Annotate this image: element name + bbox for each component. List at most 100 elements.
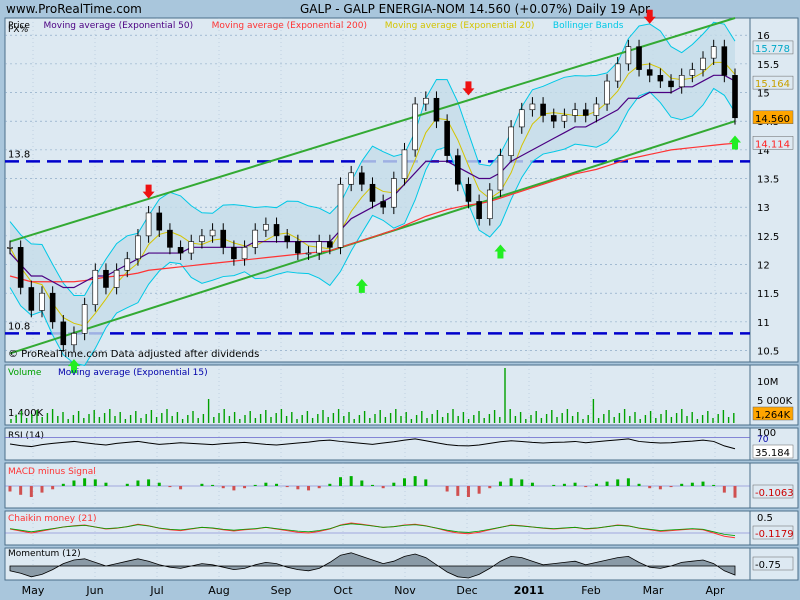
candle-body	[49, 292, 56, 323]
candle-body	[231, 247, 237, 260]
candle-body	[103, 269, 109, 288]
candle-body	[135, 235, 141, 260]
candle-body	[369, 183, 376, 202]
candle-body	[476, 201, 482, 219]
level-lo-label: 10.8	[8, 321, 30, 332]
candle-body	[486, 189, 493, 219]
month-tick-label: 2011	[514, 584, 545, 597]
price-ytick-label: 12.5	[757, 232, 779, 243]
candle-body	[380, 201, 386, 208]
price-legend-item: Bollinger Bands	[553, 21, 624, 31]
candle-body	[678, 75, 685, 88]
macd-legend-item: MACD minus Signal	[8, 467, 96, 477]
candle-body	[636, 46, 642, 70]
candle-body	[689, 69, 696, 76]
candle-body	[593, 103, 600, 116]
month-tick-label: Jul	[149, 584, 163, 597]
candle-body	[518, 109, 525, 128]
month-tick-label: Dec	[456, 584, 477, 597]
candle-body	[177, 247, 184, 254]
chaikin-tick-label: 0.5	[757, 513, 773, 524]
rsi-legend-item: RSI (14)	[8, 431, 44, 441]
ema200-tag: 14.114	[755, 139, 790, 150]
month-tick-label: Sep	[271, 584, 292, 597]
month-tick-label: Nov	[394, 584, 416, 597]
price-ytick-label: 13	[757, 203, 770, 214]
price-legend-item: Moving average (Exponential 20)	[385, 21, 535, 31]
candle-body	[572, 109, 578, 116]
price-ytick-label: 11.5	[757, 289, 779, 300]
month-tick-label: Jun	[85, 584, 103, 597]
candle-body	[391, 178, 397, 208]
candle-body	[305, 252, 312, 255]
candle-body	[17, 247, 24, 288]
volume-legend-item: Moving average (Exponential 15)	[58, 368, 208, 378]
volume-legend-item: Volume	[8, 368, 42, 378]
month-tick-label: Mar	[643, 584, 664, 597]
candle-body	[252, 229, 259, 248]
candle-body	[348, 172, 354, 185]
chaikin-legend-item: Chaikin money (21)	[8, 514, 96, 524]
price-ytick-label: 16	[757, 31, 770, 42]
candle-body	[156, 212, 163, 231]
candle-body	[316, 241, 322, 254]
price-legend-item: Moving average (Exponential 200)	[212, 21, 367, 31]
candle-body	[167, 229, 173, 248]
candle-body	[209, 229, 216, 237]
price-legend-item: Moving average (Exponential 50)	[44, 21, 194, 31]
candle-body	[700, 57, 706, 70]
candle-body	[550, 115, 557, 122]
volume-last-tag: 1,264K	[755, 410, 791, 421]
candle-body	[732, 75, 738, 119]
candle-body	[454, 155, 461, 185]
candle-body	[71, 333, 77, 346]
candle-body	[444, 120, 450, 156]
candle-body	[497, 155, 504, 191]
candle-body	[529, 103, 536, 111]
candle-body	[561, 115, 568, 122]
candle-body	[188, 241, 195, 254]
candle-body	[284, 235, 291, 242]
candle-body	[60, 321, 67, 346]
candle-body	[540, 103, 546, 116]
candle-body	[582, 109, 589, 116]
month-tick-label: Apr	[705, 584, 725, 597]
candle-body	[241, 247, 248, 260]
price-ytick-label: 10.5	[757, 347, 779, 358]
volume-ytick-label: 10M	[757, 377, 778, 388]
candle-body	[465, 183, 472, 202]
price-ytick-label: 13.5	[757, 175, 779, 186]
month-tick-label: Aug	[208, 584, 229, 597]
candle-body	[401, 149, 408, 179]
rsi-tick-label: 70	[757, 435, 769, 445]
pct-label: PX%	[8, 25, 29, 35]
price-ytick-label: 12	[757, 261, 770, 272]
candle-body	[668, 80, 674, 88]
candle-body	[433, 97, 440, 122]
bb-upper-tag: 15.778	[755, 44, 790, 55]
price-ytick-label: 15.5	[757, 60, 779, 71]
candle-body	[423, 97, 429, 105]
rsi-last-tag: 35.184	[755, 448, 790, 459]
month-tick-label: Feb	[581, 584, 600, 597]
candle-body	[412, 103, 418, 151]
volume-ytick-label: 5 000K	[757, 396, 793, 407]
candle-body	[327, 241, 333, 248]
level-hi-label: 13.8	[8, 149, 30, 160]
candle-body	[721, 46, 728, 76]
candle-body	[220, 229, 227, 248]
month-tick-label: Oct	[333, 584, 353, 597]
candle-body	[39, 292, 45, 311]
candle-body	[113, 269, 120, 288]
candle-body	[273, 224, 280, 237]
price-ytick-label: 15	[757, 89, 770, 100]
bb-mid-tag: 15.164	[755, 79, 790, 90]
month-tick-label: May	[22, 584, 45, 597]
candle-body	[145, 212, 152, 237]
volume-ytick-label: 1,400K	[8, 408, 44, 419]
macd-last-tag: -0.1063	[755, 488, 794, 499]
candle-body	[199, 235, 205, 242]
candle-body	[614, 63, 621, 82]
chart-svg[interactable]: 10.51111.51212.51313.51414.51515.516MayJ…	[0, 0, 800, 600]
price-ytick-label: 11	[757, 318, 770, 329]
